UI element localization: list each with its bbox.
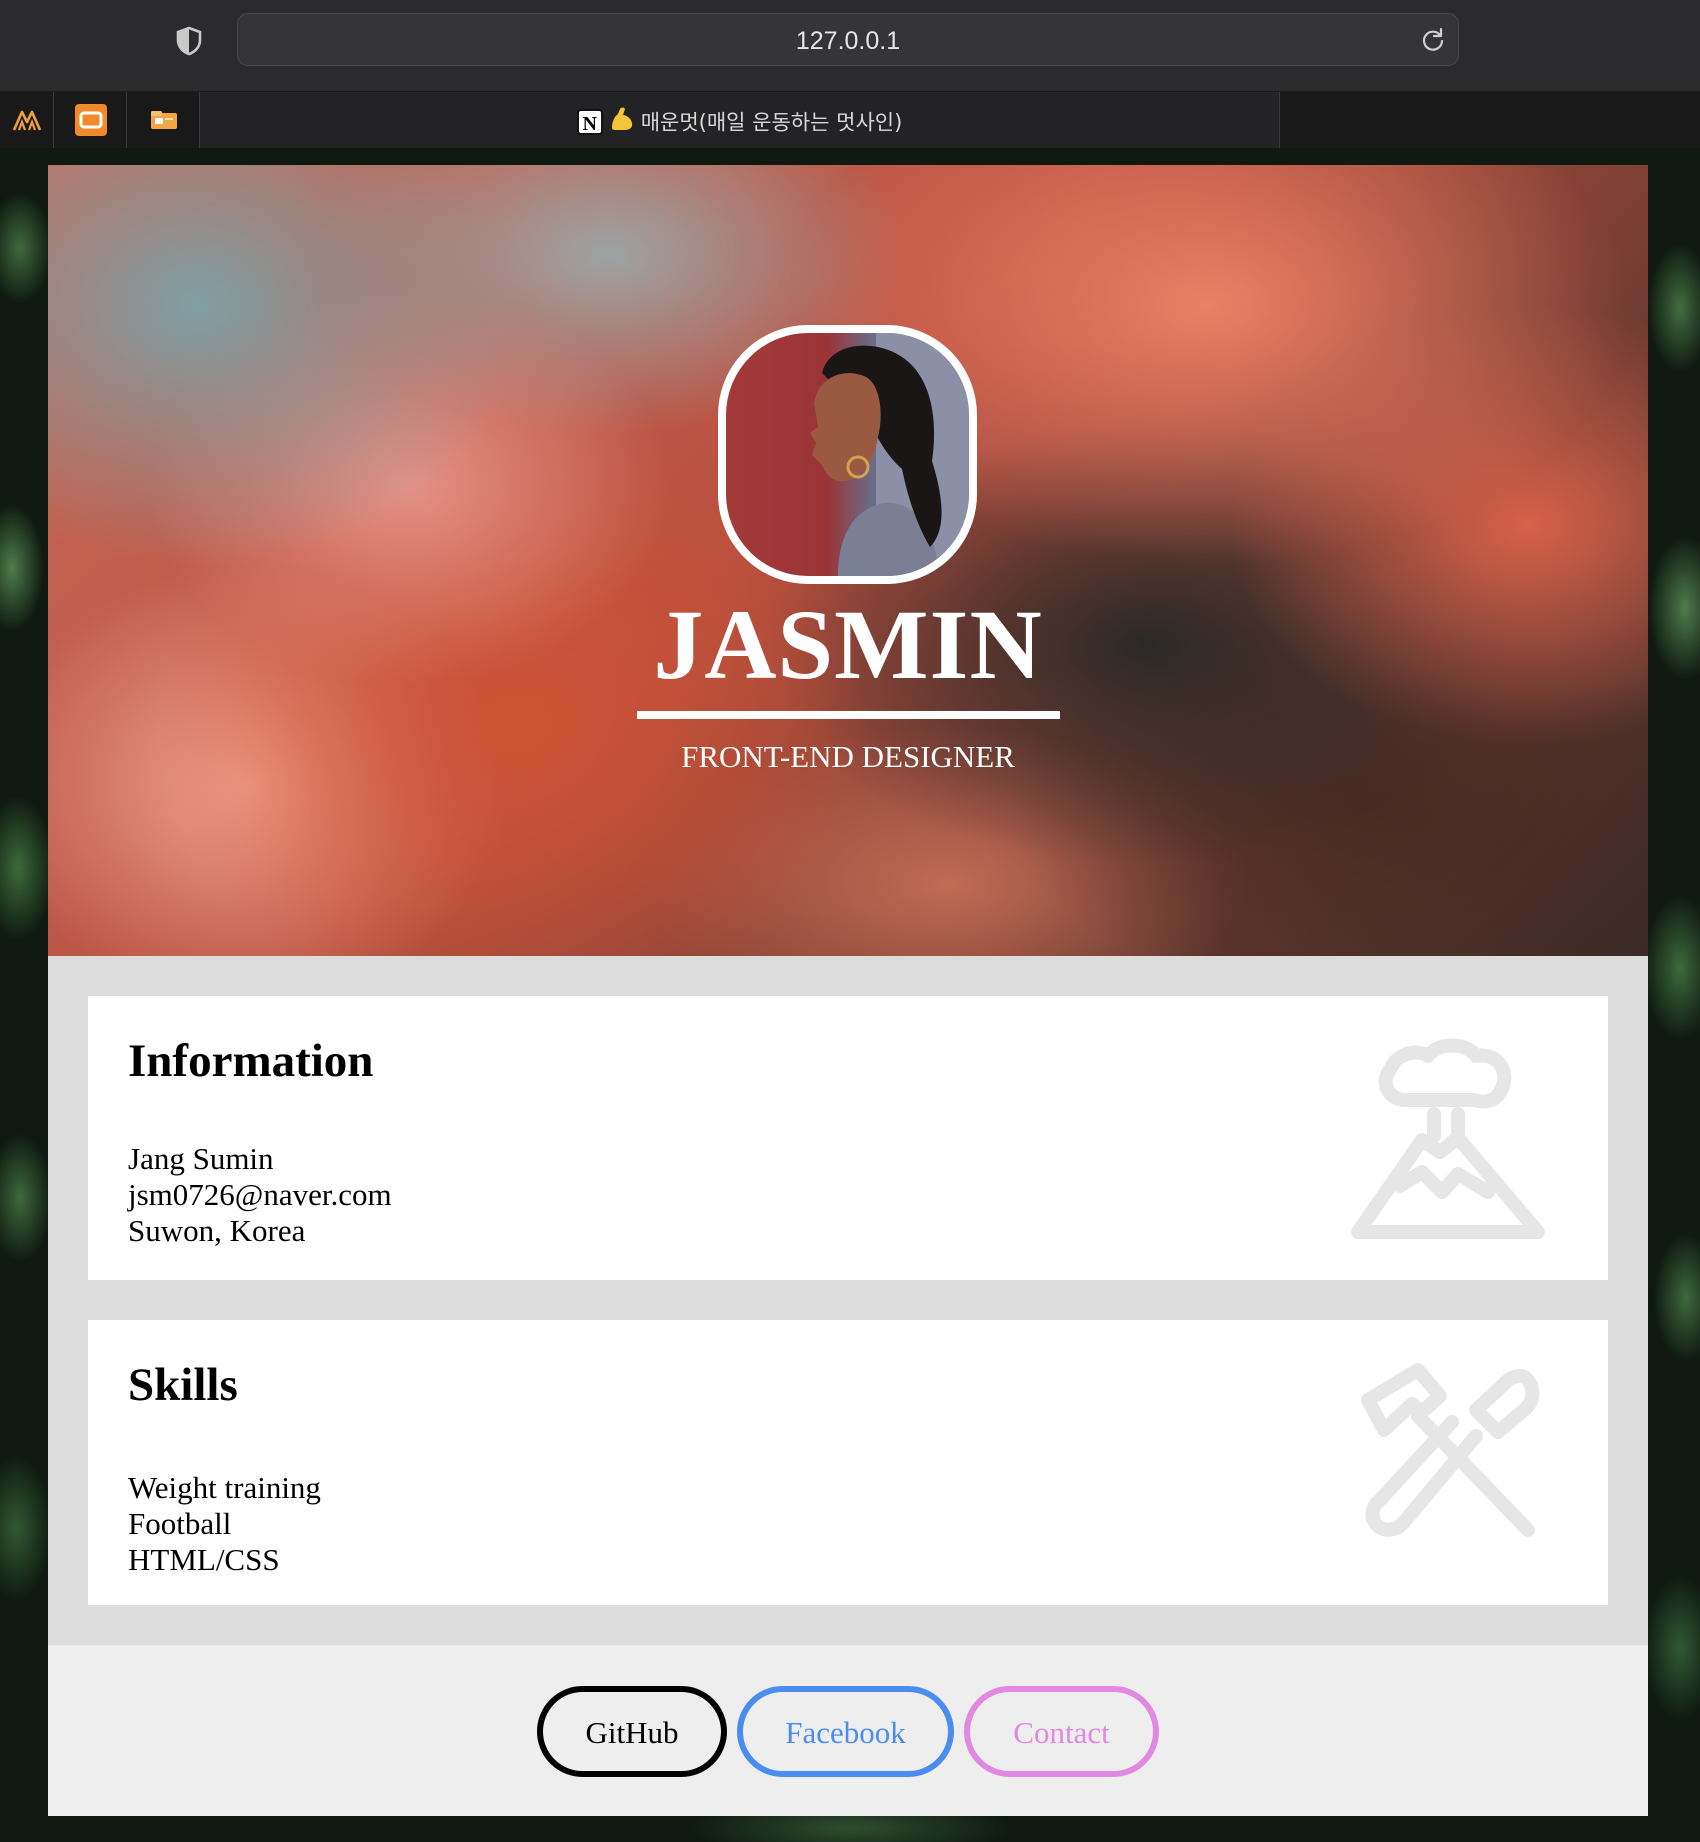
information-title: Information <box>128 1035 374 1087</box>
pinned-tab-1[interactable] <box>0 92 54 148</box>
tab-active[interactable]: N 매운멋(매일 운동하는 멋사인) <box>199 92 1280 148</box>
skills-title: Skills <box>128 1359 238 1411</box>
skills-list: Weight training Football HTML/CSS <box>128 1470 321 1578</box>
profile-role: FRONT-END DESIGNER <box>681 739 1015 774</box>
hero-header: JASMIN FRONT-END DESIGNER <box>48 165 1648 956</box>
skill-item: Weight training <box>128 1470 321 1505</box>
shield-icon[interactable] <box>174 26 204 56</box>
profile-card: JASMIN FRONT-END DESIGNER Information Ja… <box>48 165 1648 1816</box>
pinned-tab-2[interactable] <box>55 92 127 148</box>
notion-icon: N <box>576 108 603 135</box>
info-name: Jang Sumin <box>128 1141 274 1176</box>
skill-item: HTML/CSS <box>128 1542 280 1577</box>
contact-button[interactable]: Contact <box>964 1686 1159 1777</box>
information-panel: Information Jang Sumin jsm0726@naver.com… <box>88 996 1608 1280</box>
information-list: Jang Sumin jsm0726@naver.com Suwon, Kore… <box>128 1141 392 1249</box>
hammer-wrench-icon <box>1348 1360 1548 1550</box>
info-location: Suwon, Korea <box>128 1213 306 1248</box>
footer: GitHub Facebook Contact <box>48 1645 1648 1816</box>
address-bar[interactable]: 127.0.0.1 <box>237 13 1459 66</box>
browser-toolbar: 127.0.0.1 <box>0 0 1700 92</box>
url-text: 127.0.0.1 <box>795 27 901 55</box>
github-button[interactable]: GitHub <box>537 1686 727 1777</box>
reload-icon[interactable] <box>1420 27 1446 53</box>
info-email: jsm0726@naver.com <box>128 1177 392 1212</box>
facebook-button[interactable]: Facebook <box>737 1686 954 1777</box>
tab-title: 매운멋(매일 운동하는 멋사인) <box>640 110 903 135</box>
profile-name: JASMIN <box>653 589 1043 700</box>
avatar <box>718 325 977 584</box>
skills-panel: Skills Weight training Football HTML/CSS <box>88 1320 1608 1605</box>
pinned-tab-3[interactable] <box>128 92 200 148</box>
volcano-icon <box>1348 1036 1548 1246</box>
title-underline <box>637 711 1060 719</box>
tab-bar: N 매운멋(매일 운동하는 멋사인) <box>0 92 1700 148</box>
flexed-biceps-icon <box>609 106 635 137</box>
skill-item: Football <box>128 1506 232 1541</box>
